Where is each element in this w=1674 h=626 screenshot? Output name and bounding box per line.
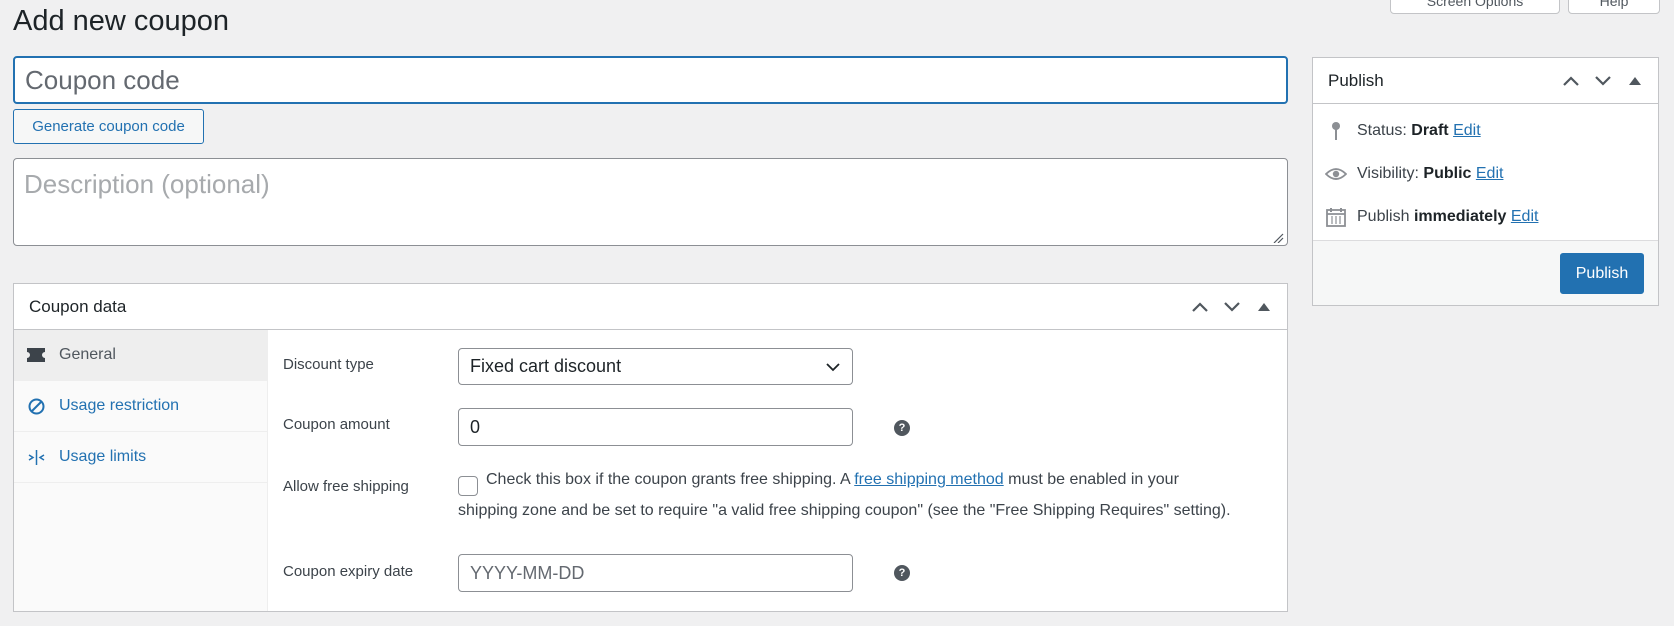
- resize-grip-icon[interactable]: [1272, 233, 1284, 243]
- description-textarea[interactable]: [13, 158, 1288, 246]
- help-tip-icon[interactable]: ?: [894, 565, 910, 581]
- chevron-up-icon[interactable]: [1558, 68, 1584, 94]
- page-title: Add new coupon: [13, 5, 230, 37]
- coupon-data-header: Coupon data: [14, 284, 1287, 330]
- ticket-icon: [27, 346, 45, 364]
- limits-icon: [27, 448, 45, 466]
- schedule-row: Publish immediately Edit: [1325, 206, 1538, 228]
- collapse-toggle-icon[interactable]: [1251, 294, 1277, 320]
- coupon-amount-input[interactable]: [458, 408, 853, 446]
- general-fields: Discount type Fixed cart discount Coupon…: [268, 330, 1287, 611]
- edit-schedule-link[interactable]: Edit: [1511, 208, 1539, 225]
- expiry-date-input[interactable]: [458, 554, 853, 592]
- coupon-data-tabs: General Usage restriction Usage limits: [14, 330, 268, 611]
- edit-visibility-link[interactable]: Edit: [1476, 165, 1504, 182]
- eye-icon: [1325, 163, 1347, 185]
- generate-coupon-code-button[interactable]: Generate coupon code: [13, 109, 204, 144]
- publish-box: Publish Status: Draft Edit Visibility: P…: [1312, 57, 1659, 306]
- visibility-row: Visibility: Public Edit: [1325, 163, 1503, 185]
- screen-options-button[interactable]: Screen Options: [1390, 0, 1560, 14]
- free-shipping-label: Allow free shipping: [283, 478, 409, 495]
- discount-type-select[interactable]: Fixed cart discount: [458, 348, 853, 385]
- status-row: Status: Draft Edit: [1325, 120, 1481, 142]
- tab-usage-limits[interactable]: Usage limits: [14, 432, 267, 483]
- publish-title: Publish: [1328, 70, 1384, 90]
- chevron-down-icon[interactable]: [1590, 68, 1616, 94]
- calendar-icon: [1325, 206, 1347, 228]
- free-shipping-description: Check this box if the coupon grants free…: [458, 471, 1231, 519]
- publish-actions: Publish: [1313, 240, 1658, 305]
- publish-button[interactable]: Publish: [1560, 253, 1644, 294]
- chevron-down-icon: [826, 362, 840, 371]
- collapse-toggle-icon[interactable]: [1622, 68, 1648, 94]
- help-tip-icon[interactable]: ?: [894, 420, 910, 436]
- coupon-data-title: Coupon data: [29, 296, 127, 316]
- coupon-data-panel: Coupon data General Usage restriction Us…: [13, 283, 1288, 612]
- tab-general[interactable]: General: [14, 330, 267, 381]
- expiry-date-label: Coupon expiry date: [283, 563, 414, 580]
- coupon-code-input[interactable]: [13, 56, 1288, 104]
- edit-status-link[interactable]: Edit: [1453, 122, 1481, 139]
- free-shipping-method-link[interactable]: free shipping method: [854, 471, 1003, 488]
- discount-type-label: Discount type: [283, 356, 374, 373]
- chevron-up-icon[interactable]: [1187, 294, 1213, 320]
- pin-icon: [1325, 120, 1347, 142]
- tab-usage-restriction[interactable]: Usage restriction: [14, 381, 267, 432]
- restriction-icon: [27, 397, 45, 415]
- coupon-amount-label: Coupon amount: [283, 416, 390, 433]
- help-button[interactable]: Help: [1568, 0, 1660, 14]
- chevron-down-icon[interactable]: [1219, 294, 1245, 320]
